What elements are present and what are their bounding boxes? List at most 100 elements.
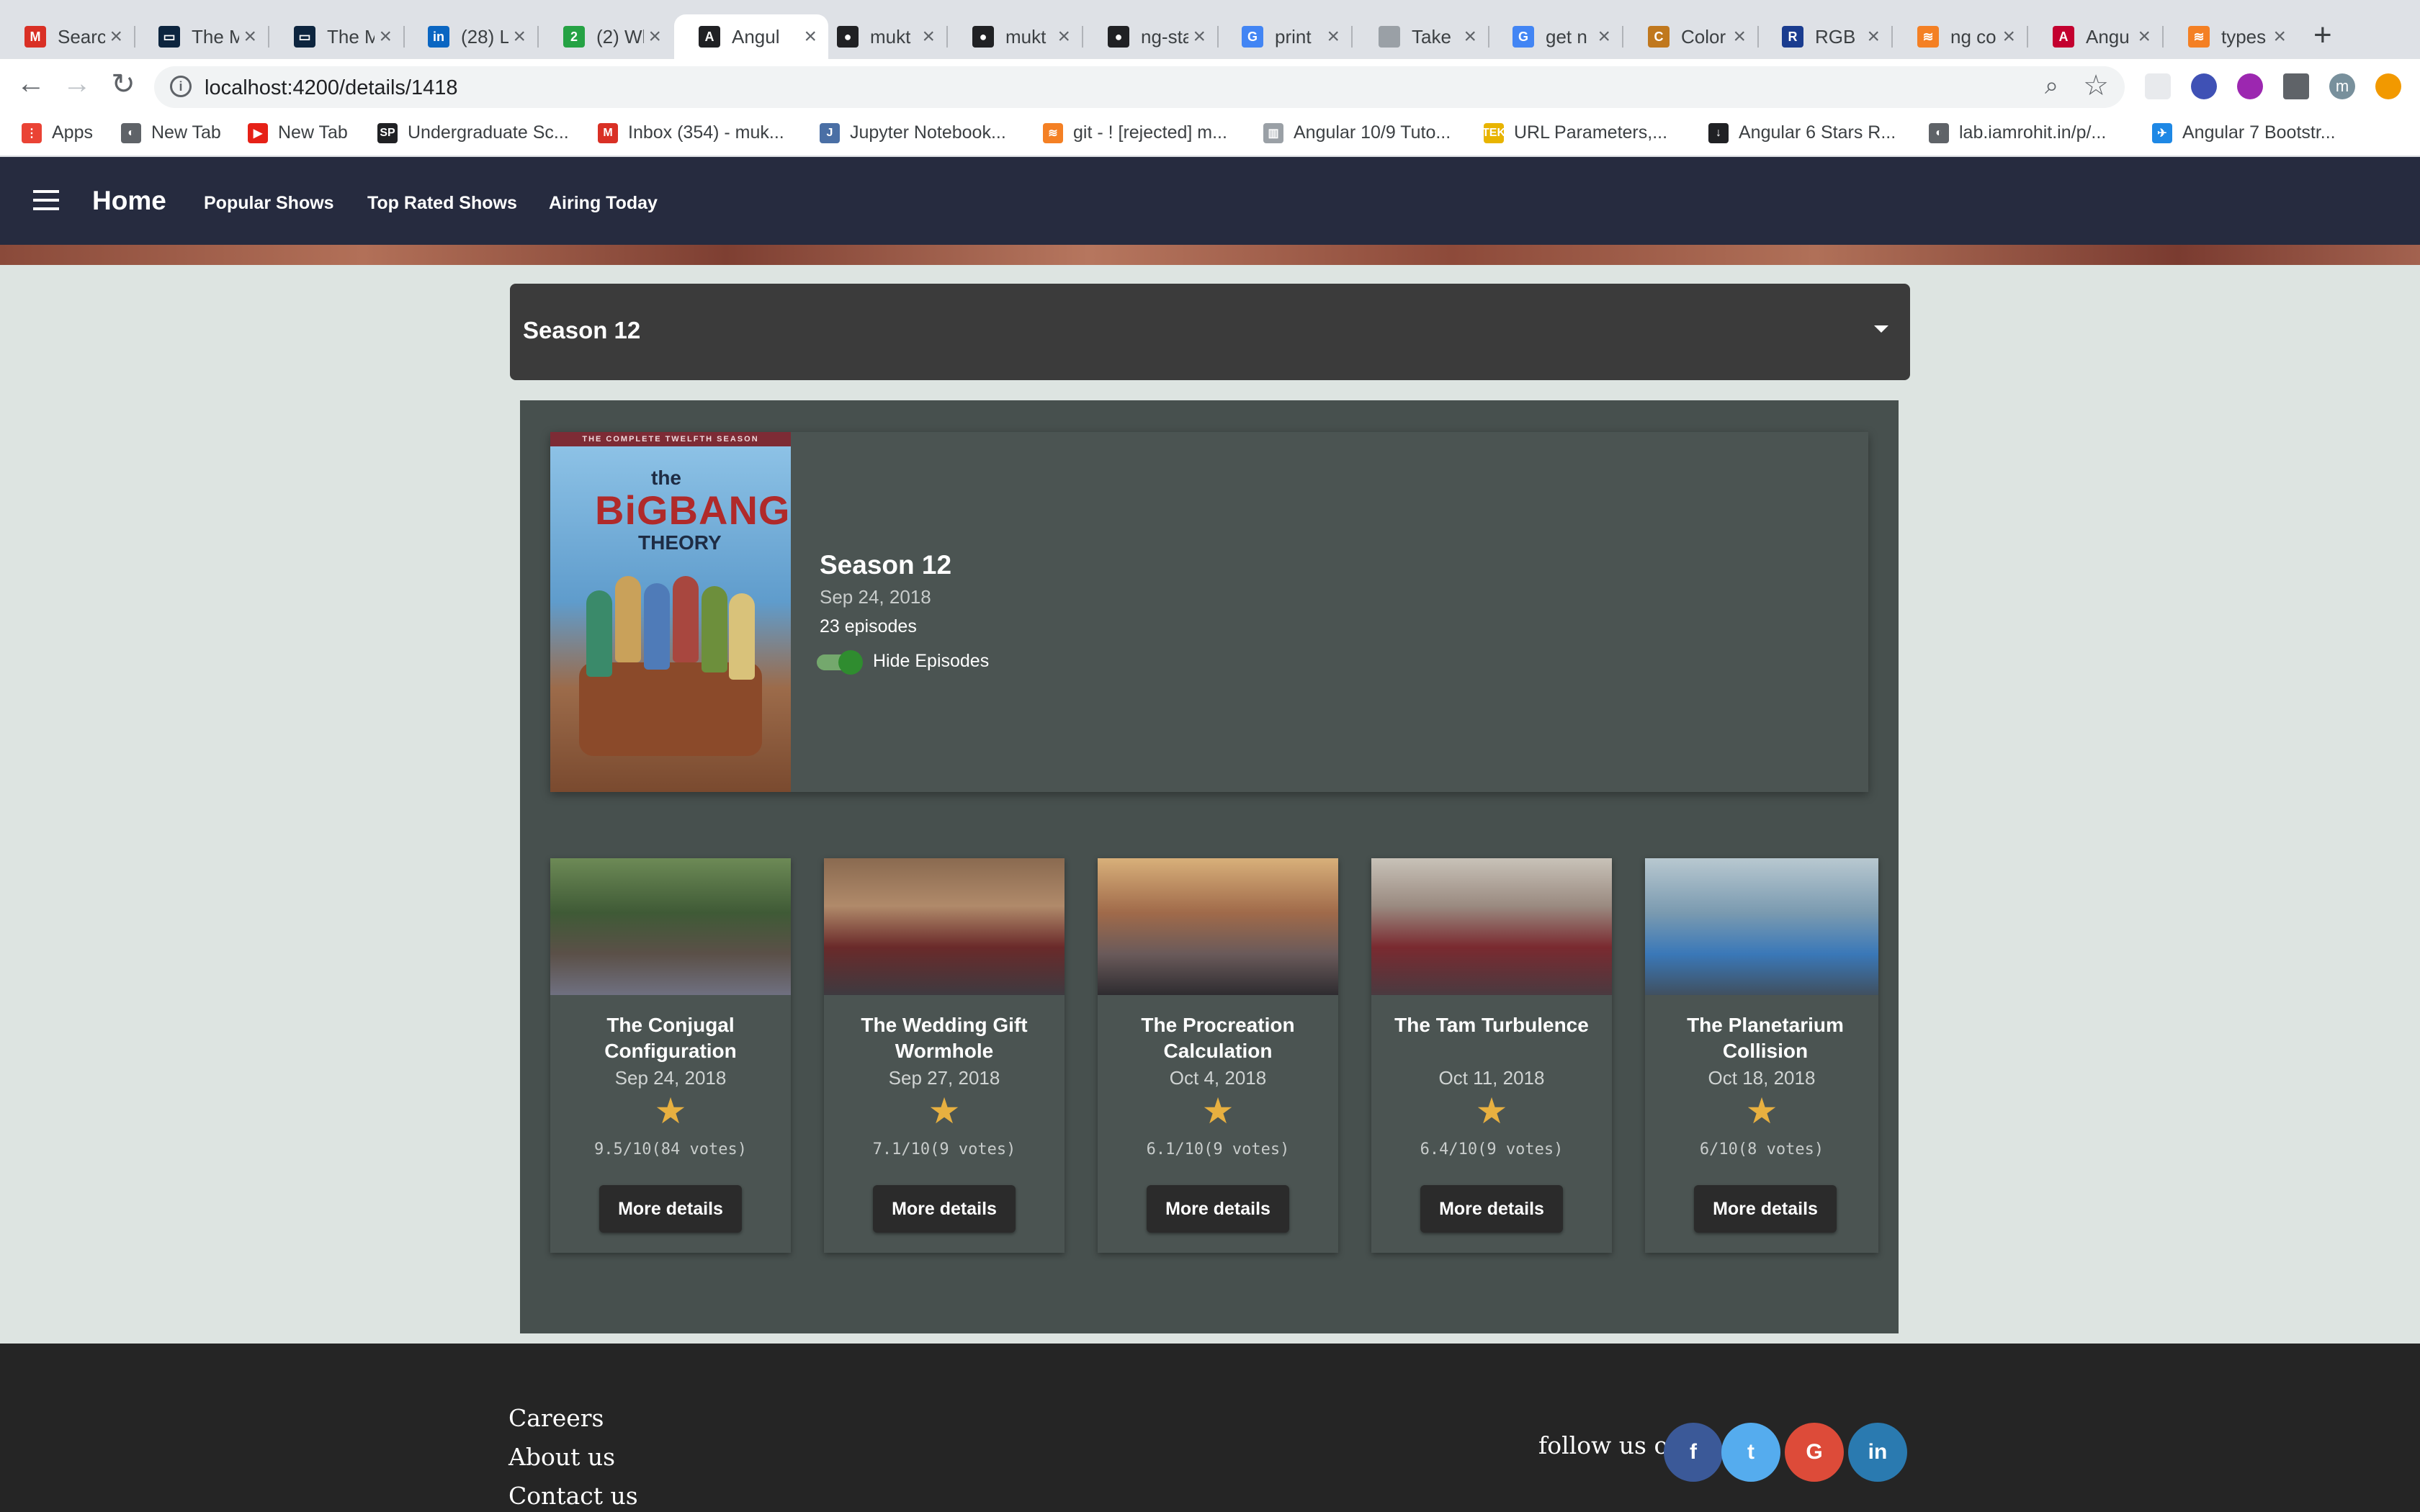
menu-icon[interactable]: [33, 190, 59, 210]
bookmark-favicon-icon: ▥: [1263, 122, 1283, 143]
browser-tab[interactable]: ≋ types ×: [2164, 14, 2298, 59]
bookmark-item[interactable]: TEK URL Parameters,...: [1482, 122, 1667, 143]
linkedin-icon[interactable]: in: [1848, 1423, 1907, 1482]
tab-close-icon[interactable]: ×: [379, 24, 392, 49]
bookmark-item[interactable]: ✈ Angular 7 Bootstr...: [2152, 122, 2336, 143]
tab-close-icon[interactable]: ×: [1327, 24, 1340, 49]
tab-title: ng-star: [1141, 25, 1188, 48]
forward-icon[interactable]: →: [59, 68, 95, 100]
tab-close-icon[interactable]: ×: [1867, 24, 1880, 49]
tab-close-icon[interactable]: ×: [243, 24, 256, 49]
browser-tab[interactable]: Take ×: [1354, 14, 1488, 59]
episode-air-date: Oct 18, 2018: [1708, 1067, 1816, 1089]
browser-tab[interactable]: 2 (2) WhatsApp×: [539, 14, 673, 59]
footer-link-careers[interactable]: Careers: [508, 1404, 604, 1432]
bookmark-item[interactable]: J Jupyter Notebook...: [820, 122, 1006, 143]
nav-airing-today[interactable]: Airing Today: [549, 193, 658, 214]
browser-tab[interactable]: ≋ ng co ×: [1893, 14, 2027, 59]
google-icon[interactable]: G: [1785, 1423, 1844, 1482]
browser-tab[interactable]: ● ng-star×: [1083, 14, 1217, 59]
update-icon[interactable]: [2375, 73, 2401, 99]
footer-link-contact-us[interactable]: Contact us: [508, 1482, 638, 1510]
episode-card: The Conjugal Configuration Sep 24, 2018 ★ 9…: [550, 858, 791, 1253]
nav-top-rated-shows[interactable]: Top Rated Shows: [367, 193, 517, 214]
bookmark-item[interactable]: SP Undergraduate Sc...: [377, 122, 569, 143]
bookmark-item[interactable]: ▶ New Tab: [248, 122, 348, 143]
more-details-button[interactable]: More details: [873, 1185, 1016, 1233]
hide-episodes-toggle[interactable]: [817, 650, 863, 675]
star-icon: ★: [654, 1091, 687, 1131]
footer-link-about-us[interactable]: About us: [508, 1443, 615, 1471]
back-icon[interactable]: ←: [13, 68, 49, 100]
tab-close-icon[interactable]: ×: [2002, 24, 2015, 49]
tab-close-icon[interactable]: ×: [513, 24, 526, 49]
tab-close-icon[interactable]: ×: [109, 24, 122, 49]
bookmark-item[interactable]: ◐ New Tab: [121, 122, 221, 143]
browser-tab[interactable]: AAngular×: [674, 14, 828, 59]
dropdown-arrow-icon: [1874, 325, 1888, 333]
bookmark-label: Angular 7 Bootstr...: [2182, 122, 2336, 143]
tab-title: print: [1275, 25, 1312, 48]
more-details-button[interactable]: More details: [1147, 1185, 1289, 1233]
twitter-icon[interactable]: t: [1721, 1423, 1780, 1482]
extension-purple-icon[interactable]: [2237, 73, 2263, 99]
browser-tab[interactable]: R RGB ×: [1757, 14, 1891, 59]
browser-tab[interactable]: ● mukt ×: [812, 14, 946, 59]
browser-tab[interactable]: M Search×: [0, 14, 134, 59]
episode-card: The Wedding Gift Wormhole Sep 27, 2018 ★ 7.…: [824, 858, 1065, 1253]
bookmark-label: git - ! [rejected] m...: [1073, 122, 1227, 143]
tab-close-icon[interactable]: ×: [2273, 24, 2286, 49]
bookmark-item[interactable]: ≋ git - ! [rejected] m...: [1043, 122, 1227, 143]
tab-close-icon[interactable]: ×: [922, 24, 935, 49]
site-info-icon[interactable]: i: [170, 76, 192, 97]
more-details-button[interactable]: More details: [1420, 1185, 1563, 1233]
browser-tabstrip: MSearch×▭The Movie×▭The Movie×in(28) Lin…: [0, 0, 2420, 59]
tab-close-icon[interactable]: ×: [1057, 24, 1070, 49]
tab-title: Angu: [2086, 25, 2130, 48]
browser-tab[interactable]: Gprint ×: [1217, 14, 1351, 59]
address-bar[interactable]: i localhost:4200/details/1418 ⌕ ☆: [154, 66, 2125, 108]
tab-title: get n: [1546, 25, 1587, 48]
bookmark-item[interactable]: ◐ lab.iamrohit.in/p/...: [1929, 122, 2106, 143]
tab-close-icon[interactable]: ×: [2138, 24, 2151, 49]
profile-avatar-icon[interactable]: m: [2329, 73, 2355, 99]
nav-popular-shows[interactable]: Popular Shows: [204, 193, 334, 214]
tab-title: ng co: [1950, 25, 1996, 48]
bookmark-item[interactable]: ↓ Angular 6 Stars R...: [1708, 122, 1896, 143]
tab-close-icon[interactable]: ×: [1464, 24, 1476, 49]
bookmark-star-icon[interactable]: ☆: [2083, 69, 2109, 102]
extension-check-icon[interactable]: [2191, 73, 2217, 99]
home-link[interactable]: Home: [92, 186, 166, 216]
browser-tab[interactable]: ▭ The Movie×: [269, 14, 403, 59]
season-dropdown[interactable]: Season 12: [510, 284, 1910, 380]
bookmark-label: Undergraduate Sc...: [408, 122, 569, 143]
tab-close-icon[interactable]: ×: [648, 24, 661, 49]
browser-tab[interactable]: in (28) LinkedIn×: [403, 14, 537, 59]
browser-tab[interactable]: ▭ The Movie×: [134, 14, 268, 59]
hide-episodes-label[interactable]: Hide Episodes: [873, 651, 989, 672]
bookmark-item[interactable]: ⋮ Apps: [22, 122, 93, 143]
browser-tab[interactable]: Gget n ×: [1488, 14, 1622, 59]
more-details-button[interactable]: More details: [599, 1185, 742, 1233]
tab-close-icon[interactable]: ×: [1193, 24, 1206, 49]
extension-icon[interactable]: [2145, 73, 2171, 99]
reload-icon[interactable]: ↻: [105, 68, 141, 101]
new-tab-button[interactable]: +: [2313, 17, 2332, 53]
bookmark-item[interactable]: ▥ Angular 10/9 Tuto...: [1263, 122, 1451, 143]
address-bar-url[interactable]: localhost:4200/details/1418: [205, 76, 457, 100]
tab-close-icon[interactable]: ×: [1597, 24, 1610, 49]
browser-tab[interactable]: C Color ×: [1623, 14, 1757, 59]
episode-title: The Wedding Gift Wormhole: [861, 1014, 1028, 1062]
episode-title: The Procreation Calculation: [1141, 1014, 1295, 1062]
episode-still-image: [550, 858, 791, 995]
browser-tab[interactable]: A Angu ×: [2028, 14, 2162, 59]
facebook-icon[interactable]: f: [1664, 1423, 1723, 1482]
bookmark-item[interactable]: M Inbox (354) - muk...: [598, 122, 784, 143]
zoom-icon[interactable]: ⌕: [2045, 72, 2058, 100]
tab-close-icon[interactable]: ×: [1733, 24, 1746, 49]
extensions-puzzle-icon[interactable]: [2283, 73, 2309, 99]
browser-tab[interactable]: ● mukt ×: [948, 14, 1082, 59]
episode-still-image: [1645, 858, 1878, 995]
episode-air-date: Oct 11, 2018: [1438, 1067, 1545, 1089]
more-details-button[interactable]: More details: [1694, 1185, 1837, 1233]
